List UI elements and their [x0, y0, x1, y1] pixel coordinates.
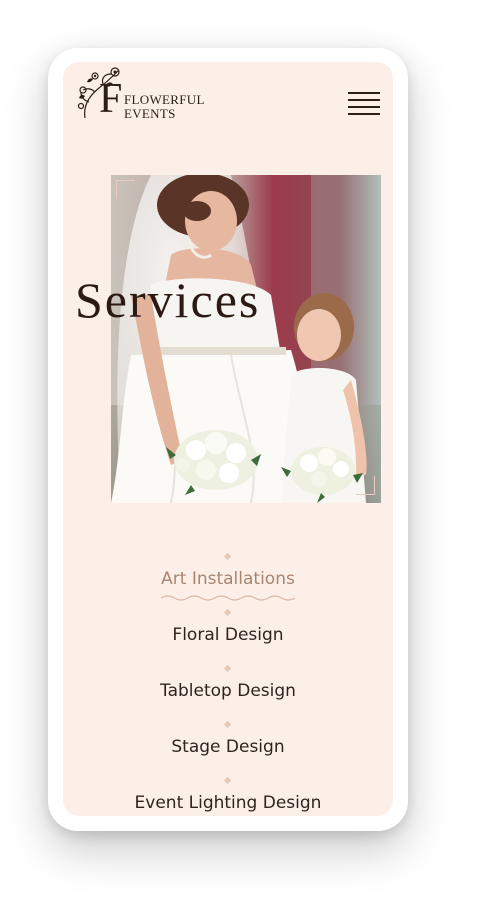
nav-item-stage-design[interactable]: Stage Design: [63, 737, 393, 757]
nav-item-tabletop-design[interactable]: Tabletop Design: [63, 681, 393, 701]
page-title: Services: [75, 272, 261, 328]
diamond-divider-icon: [223, 552, 232, 561]
hamburger-icon-bar: [348, 106, 380, 108]
diamond-divider-icon: [223, 608, 232, 617]
brand-initial: F: [99, 76, 123, 122]
frame-corner-decoration: [356, 476, 375, 495]
diamond-divider-icon: [223, 664, 232, 673]
hamburger-icon-bar: [348, 113, 380, 115]
diamond-divider-icon: [223, 720, 232, 729]
menu-button[interactable]: [348, 92, 380, 116]
nav-item-art-installations[interactable]: Art Installations: [63, 569, 393, 589]
diamond-divider-icon: [223, 776, 232, 785]
hero-photo: [111, 175, 381, 503]
brand-name-line2: EVENTS: [124, 106, 176, 121]
screen: F FLOWERFUL EVENTS Services Art Installa…: [63, 62, 393, 816]
active-wave-underline: [161, 595, 295, 601]
nav-item-event-lighting-design[interactable]: Event Lighting Design: [63, 793, 393, 813]
frame-corner-decoration: [116, 180, 135, 199]
hamburger-icon-bar: [348, 99, 380, 101]
hamburger-icon-bar: [348, 92, 380, 94]
nav-item-floral-design[interactable]: Floral Design: [63, 625, 393, 645]
brand-logo[interactable]: F FLOWERFUL EVENTS: [75, 66, 205, 122]
